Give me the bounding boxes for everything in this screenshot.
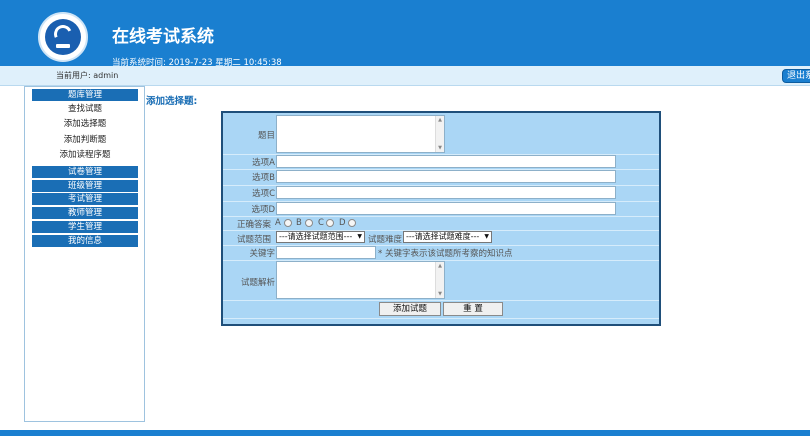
difficulty-select-value: ---请选择试题难度--- [406,232,480,241]
sidebar-item-question-bank[interactable]: 题库管理 [32,89,138,101]
keyword-label: 关键字 [249,249,275,259]
analysis-scrollbar[interactable]: ▲ ▼ [435,262,444,298]
answer-radio-a[interactable] [284,219,292,227]
answer-option-a-text: A [275,218,281,228]
sidebar-subitem-add-program[interactable]: 添加读程序题 [32,148,138,163]
scope-label: 试题范围 [237,235,272,245]
sidebar-item-paper[interactable]: 试卷管理 [32,166,138,178]
analysis-label: 试题解析 [240,278,275,288]
option-d-input[interactable] [276,202,616,215]
analysis-textarea[interactable]: ▲ ▼ [276,261,445,299]
sidebar-subitem-add-judgment[interactable]: 添加判断题 [32,133,138,148]
scroll-down-icon: ▼ [438,291,442,297]
difficulty-select[interactable]: ---请选择试题难度--- ▼ [403,231,492,243]
university-logo [38,12,88,62]
option-b-input[interactable] [276,170,616,183]
answer-radio-d[interactable] [348,219,356,227]
system-title: 在线考试系统 [112,27,214,47]
row-divider [223,300,659,301]
logo-emblem [45,19,81,55]
add-question-form: 题目 ▲ ▼ 选项A 选项B 选项C 选项D 正确答案 A B C D 试题范围… [221,111,661,326]
sidebar-item-class[interactable]: 班级管理 [32,180,138,192]
add-question-button[interactable]: 添加试题 [379,302,441,316]
answer-option-b-text: B [296,218,302,228]
keyword-hint: * 关键字表示该试题所考察的知识点 [378,249,513,259]
sidebar-item-student[interactable]: 学生管理 [32,221,138,233]
current-user-label: 当前用户: admin [56,71,119,80]
logo-swirl-shape [51,22,75,46]
answer-radio-b[interactable] [305,219,313,227]
answer-option-d-text: D [339,218,346,228]
answer-option-c-text: C [318,218,324,228]
option-a-label: 选项A [252,158,275,168]
sidebar-subitem-find-question[interactable]: 查找试题 [32,102,138,117]
scroll-up-icon: ▲ [438,117,442,123]
scope-select[interactable]: ---请选择试题范围--- ▼ [276,231,365,243]
chevron-down-icon: ▼ [484,233,489,240]
row-divider [223,216,659,217]
chevron-down-icon: ▼ [357,233,362,240]
keyword-input[interactable] [276,246,376,259]
answer-radio-c[interactable] [326,219,334,227]
reset-button[interactable]: 重 置 [443,302,503,316]
option-a-input[interactable] [276,155,616,168]
row-divider [223,318,659,319]
sidebar-item-my-info[interactable]: 我的信息 [32,235,138,247]
difficulty-label: 试题难度 [368,235,403,245]
option-d-label: 选项D [251,205,275,215]
option-b-label: 选项B [252,173,275,183]
sidebar-menu: 题库管理 查找试题 添加选择题 添加判断题 添加读程序题 试卷管理 班级管理 考… [24,86,145,422]
scope-select-value: ---请选择试题范围--- [279,232,353,241]
question-textarea[interactable]: ▲ ▼ [276,115,445,153]
sidebar-subitem-add-choice[interactable]: 添加选择题 [32,117,138,132]
logo-year-band [56,44,70,48]
question-label: 题目 [257,131,275,141]
footer-bar [0,430,810,436]
question-scrollbar[interactable]: ▲ ▼ [435,116,444,152]
header-banner: 在线考试系统 当前系统时间: 2019-7-23 星期二 10:45:38 [0,0,810,68]
user-bar: 当前用户: admin 退出系统 [0,66,810,86]
page-title: 添加选择题: [146,96,198,107]
scroll-up-icon: ▲ [438,263,442,269]
scroll-down-icon: ▼ [438,145,442,151]
option-c-label: 选项C [252,189,275,199]
sidebar-item-exam[interactable]: 考试管理 [32,193,138,205]
logout-button[interactable]: 退出系统 [782,69,810,83]
sidebar-item-teacher[interactable]: 教师管理 [32,207,138,219]
option-c-input[interactable] [276,186,616,199]
